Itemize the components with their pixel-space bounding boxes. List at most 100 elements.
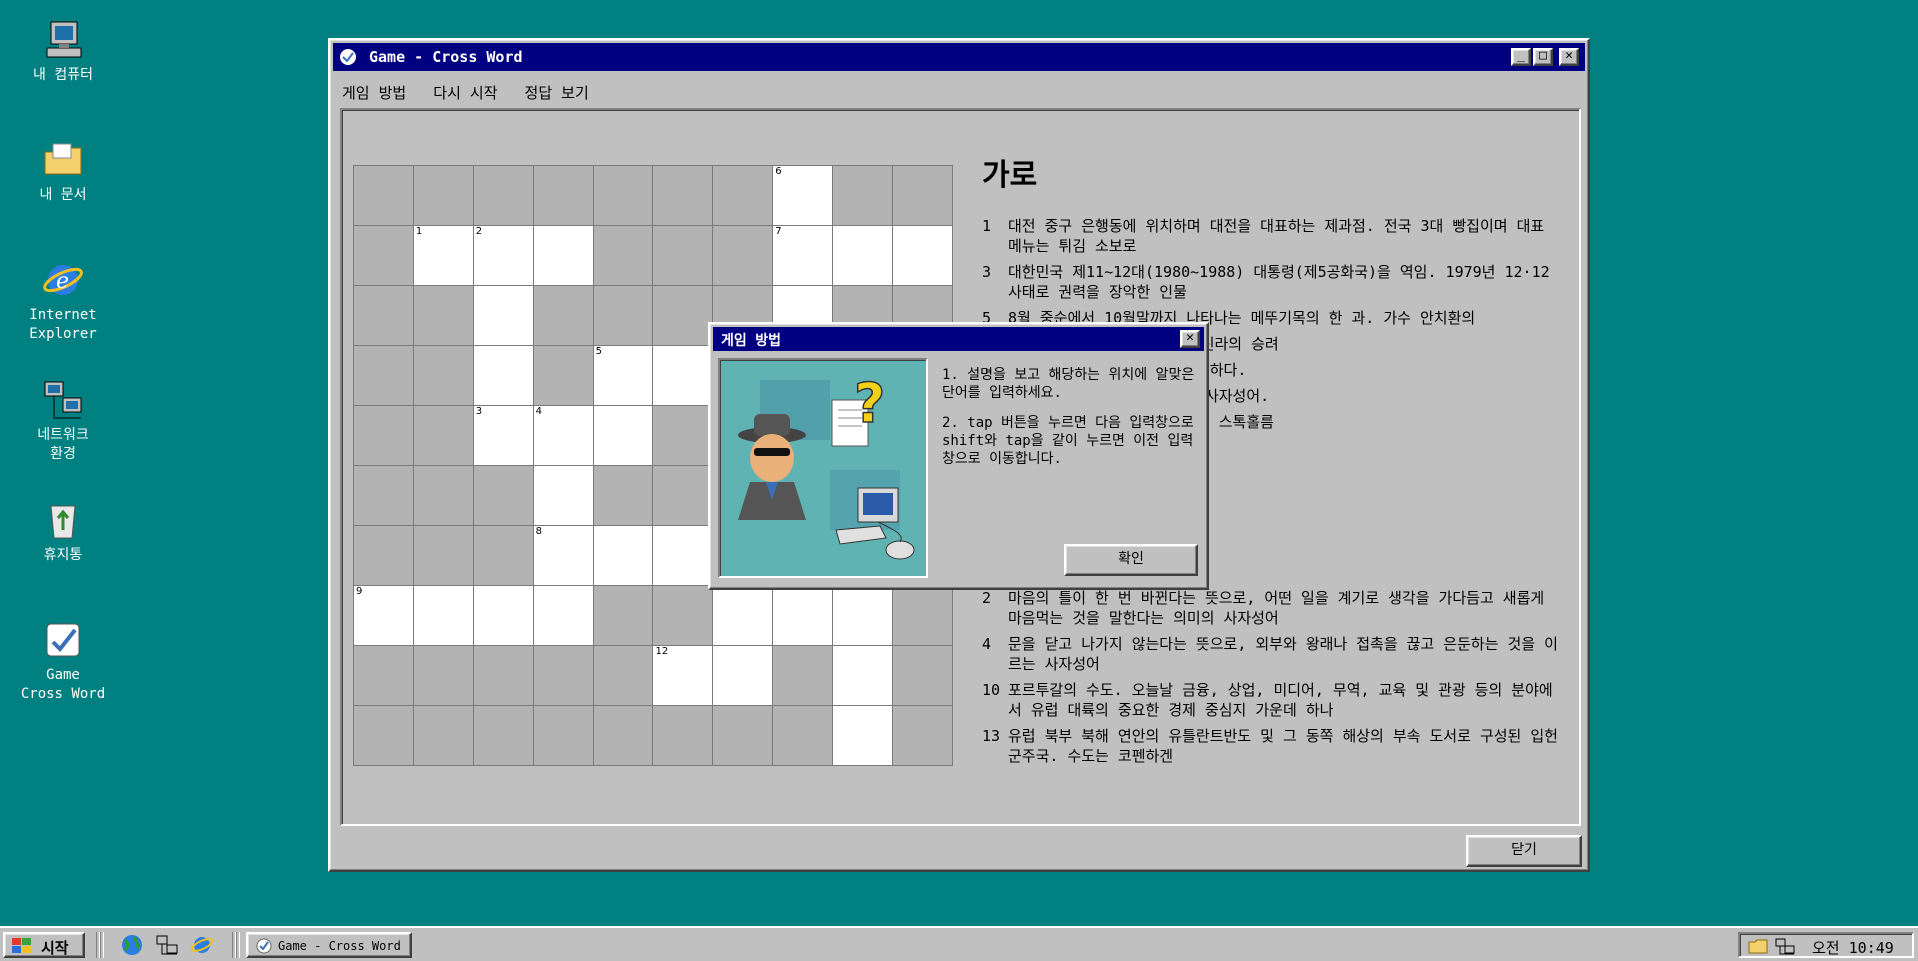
clue-number: 4: [982, 635, 992, 653]
grid-cell-input[interactable]: [472, 285, 534, 346]
grid-cell-input[interactable]: 7: [772, 225, 834, 286]
grid-cell-input[interactable]: [532, 585, 594, 646]
window-close-button[interactable]: ✕: [1559, 48, 1579, 66]
grid-cell-blocked: [472, 645, 534, 706]
minimize-button[interactable]: _: [1511, 48, 1531, 66]
grid-cell-blocked: [652, 405, 714, 466]
clock[interactable]: 오전 10:49: [1812, 937, 1894, 958]
grid-cell-input[interactable]: 9: [353, 585, 414, 646]
maximize-button[interactable]: □: [1533, 48, 1553, 66]
grid-row: [353, 705, 953, 766]
grid-cell-input[interactable]: [472, 585, 534, 646]
clue-number: 3: [982, 263, 992, 281]
desktop-icon-recycle-bin[interactable]: 휴지통: [14, 498, 112, 565]
grid-cell-input[interactable]: [532, 225, 594, 286]
grid-cell-blocked: [592, 585, 654, 646]
help-text: 1. 설명을 보고 해당하는 위치에 알맞은 단어를 입력하세요. 2. tap…: [942, 366, 1197, 480]
folder-icon: [44, 143, 82, 175]
grid-cell-input[interactable]: [412, 585, 474, 646]
grid-cell-input[interactable]: 4: [532, 405, 594, 466]
windows-logo-icon: [12, 938, 31, 953]
grid-cell-blocked: [532, 345, 594, 406]
taskbar-separator: [100, 932, 104, 958]
clue-item: 3 대한민국 제11~12대(1980~1988) 대통령(제5공화국)을 역임.…: [982, 262, 1562, 302]
grid-cell-input[interactable]: [532, 465, 594, 526]
grid-cell-input[interactable]: 12: [652, 645, 714, 706]
clue-number: 8: [535, 526, 543, 537]
desktop-icon-label: 내 컴퓨터: [33, 67, 93, 83]
desktop-icon-game-crossword[interactable]: Game Cross Word: [14, 618, 112, 704]
clue-text: 문을 닫고 나가지 않는다는 뜻으로, 외부와 왕래나 접촉을 끊고 은둔하는 …: [1008, 635, 1558, 673]
grid-cell-blocked: [353, 165, 414, 226]
internet-explorer-icon[interactable]: [190, 934, 214, 956]
desktop-icon-label: Game Cross Word: [20, 667, 106, 702]
clue-number: 1: [415, 226, 423, 237]
clue-number: 1: [982, 217, 992, 235]
clue-number: 2: [982, 589, 992, 607]
folder-tray-icon[interactable]: [1748, 937, 1768, 955]
network-tray-icon[interactable]: [1774, 937, 1796, 955]
channels-icon[interactable]: [155, 934, 179, 956]
desktop-icon-internet-explorer[interactable]: e Internet Explorer: [14, 258, 112, 344]
grid-cell-input[interactable]: [652, 525, 714, 586]
grid-cell-blocked: [832, 165, 894, 226]
desktop-icon-my-computer[interactable]: 내 컴퓨터: [14, 18, 112, 85]
crossword-game-icon: [256, 938, 272, 954]
desktop-globe-icon[interactable]: [120, 934, 144, 956]
clue-number: 10: [982, 681, 1001, 699]
grid-cell-input[interactable]: [652, 345, 714, 406]
desktop-icon-label: 내 문서: [39, 187, 87, 203]
grid-cell-input[interactable]: [832, 585, 894, 646]
grid-cell-blocked: [652, 285, 714, 346]
grid-cell-input[interactable]: [832, 645, 894, 706]
grid-cell-blocked: [892, 165, 953, 226]
grid-cell-input[interactable]: 8: [532, 525, 594, 586]
grid-cell-input[interactable]: [712, 585, 774, 646]
clue-text: 대한민국 제11~12대(1980~1988) 대통령(제5공화국)을 역임. …: [1008, 263, 1550, 301]
desktop-icon-my-documents[interactable]: 내 문서: [14, 138, 112, 205]
dialog-close-button[interactable]: ✕: [1180, 330, 1200, 348]
grid-cell-input[interactable]: 1: [412, 225, 474, 286]
start-button[interactable]: 시작: [3, 932, 85, 958]
menu-restart[interactable]: 다시 시작: [433, 82, 497, 103]
grid-cell-blocked: [712, 705, 774, 766]
grid-cell-input[interactable]: [832, 225, 894, 286]
grid-cell-blocked: [592, 285, 654, 346]
task-label: Game - Cross Word: [278, 939, 401, 953]
grid-cell-blocked: [892, 705, 953, 766]
grid-cell-input[interactable]: [712, 645, 774, 706]
computer-icon: [46, 21, 82, 58]
clue-item: 4 문을 닫고 나가지 않는다는 뜻으로, 외부와 왕래나 접촉을 끊고 은둔하는…: [982, 634, 1562, 674]
grid-cell-blocked: [532, 705, 594, 766]
window-titlebar[interactable]: Game - Cross Word _ □ ✕: [333, 43, 1585, 71]
grid-cell-input[interactable]: [472, 345, 534, 406]
help-line-1: 1. 설명을 보고 해당하는 위치에 알맞은 단어를 입력하세요.: [942, 367, 1195, 401]
grid-cell-input[interactable]: [592, 525, 654, 586]
dialog-title: 게임 방법: [721, 333, 781, 349]
grid-cell-input[interactable]: [772, 585, 834, 646]
maximize-icon: □: [1539, 48, 1547, 63]
recycle-bin-icon: [50, 505, 76, 539]
grid-cell-blocked: [892, 585, 953, 646]
grid-cell-blocked: [412, 705, 474, 766]
desktop-icon-network[interactable]: 네트워크 환경: [14, 378, 112, 464]
how-to-play-dialog: 게임 방법 ✕ ? 1. 설명을 보고 해당하는 위치에 알맞은 단어를 입력하…: [708, 322, 1209, 590]
grid-cell-blocked: [412, 345, 474, 406]
taskbar-task-crossword[interactable]: Game - Cross Word: [246, 932, 412, 958]
desktop-icon-label: 네트워크 환경: [37, 427, 89, 462]
grid-cell-input[interactable]: 5: [592, 345, 654, 406]
grid-cell-input[interactable]: 2: [472, 225, 534, 286]
grid-cell-blocked: [532, 645, 594, 706]
close-button[interactable]: 닫기: [1466, 835, 1582, 867]
grid-cell-input[interactable]: [592, 405, 654, 466]
grid-cell-input[interactable]: 6: [772, 165, 834, 226]
grid-cell-blocked: [652, 225, 714, 286]
menu-how-to-play[interactable]: 게임 방법: [342, 82, 406, 103]
ok-button[interactable]: 확인: [1064, 544, 1198, 576]
grid-cell-input[interactable]: [832, 705, 894, 766]
menu-show-answers[interactable]: 정답 보기: [525, 82, 589, 103]
grid-cell-input[interactable]: 3: [472, 405, 534, 466]
grid-cell-input[interactable]: [892, 225, 953, 286]
dialog-titlebar[interactable]: 게임 방법 ✕: [713, 327, 1204, 351]
grid-row: 9: [353, 585, 953, 646]
